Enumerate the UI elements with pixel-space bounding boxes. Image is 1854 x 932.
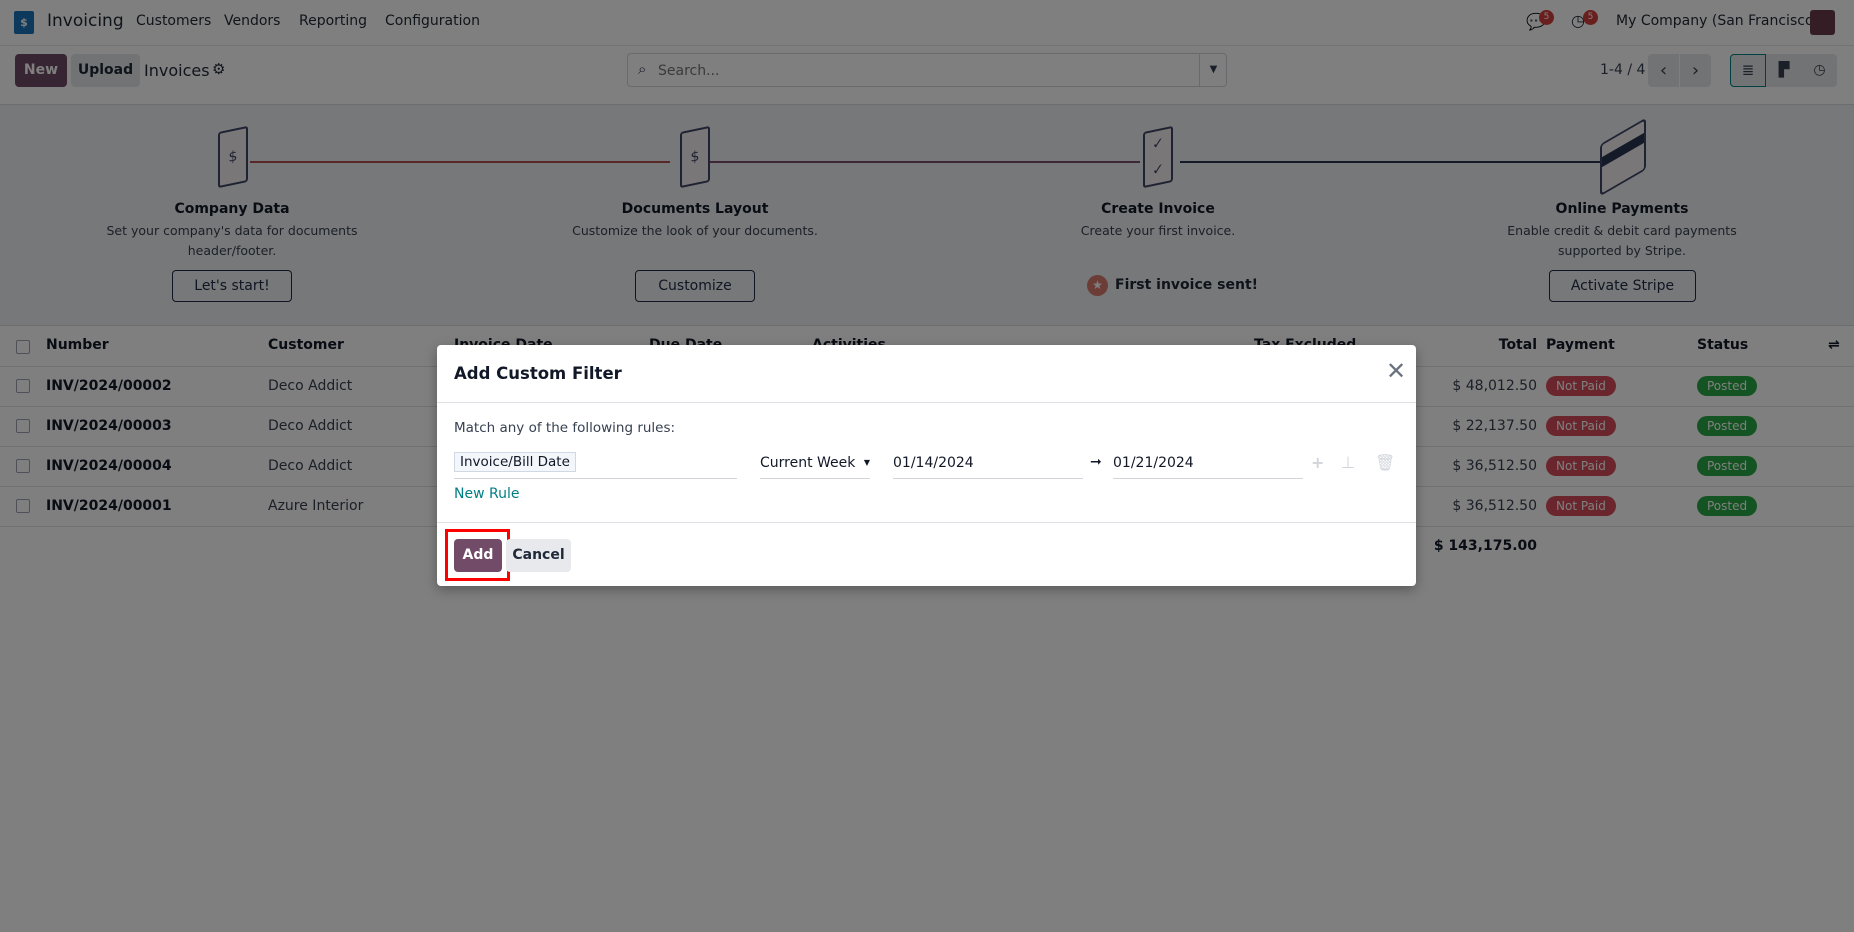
add-rule-plus-icon[interactable]: + (1311, 453, 1324, 472)
match-text: Match any of the following rules: (454, 420, 676, 436)
operator-value: Current Week (760, 455, 856, 471)
rule-field-tag: Invoice/Bill Date (454, 452, 576, 472)
new-rule-link[interactable]: New Rule (454, 486, 519, 502)
delete-rule-trash-icon[interactable]: 🗑 (1375, 453, 1395, 472)
close-icon[interactable]: ✕ (1386, 357, 1406, 385)
dialog-title: Add Custom Filter (454, 364, 622, 383)
divider (437, 402, 1416, 403)
date-to-value: 01/21/2024 (1113, 455, 1194, 471)
add-branch-icon[interactable]: ⊥ (1341, 453, 1355, 472)
rule-operator-select[interactable]: Current Week ▼ (760, 452, 870, 479)
rule-date-from-input[interactable]: 01/14/2024 (893, 452, 1083, 479)
add-custom-filter-dialog: Add Custom Filter ✕ Match any of the fol… (437, 345, 1416, 586)
arrow-right-icon: ➞ (1090, 454, 1102, 470)
rule-date-to-input[interactable]: 01/21/2024 (1113, 452, 1303, 479)
date-from-value: 01/14/2024 (893, 455, 974, 471)
divider (437, 522, 1416, 523)
caret-down-icon: ▼ (863, 458, 870, 467)
cancel-button[interactable]: Cancel (506, 539, 571, 572)
rule-field-selector[interactable]: Invoice/Bill Date (454, 452, 737, 479)
add-button[interactable]: Add (454, 539, 502, 572)
